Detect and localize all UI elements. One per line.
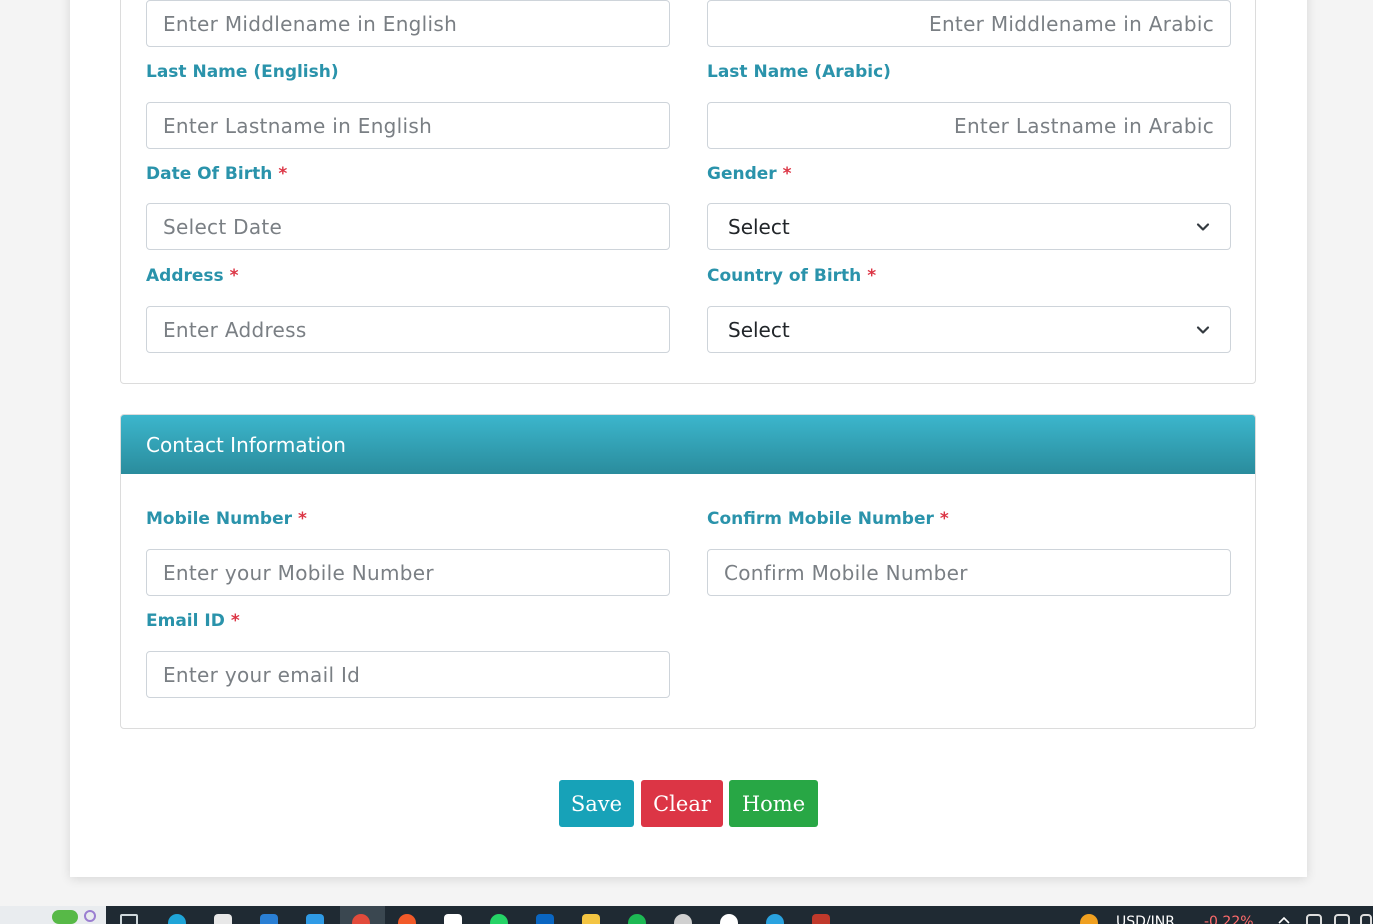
required-marker: * [229,266,239,286]
gender-select[interactable]: Select [707,203,1231,250]
lastname-arabic-input[interactable] [707,102,1231,149]
middlename-arabic-input[interactable] [707,0,1231,47]
confirm-mobile-label-text: Confirm Mobile Number [707,509,934,529]
currency-pair: USD/INR [1116,914,1175,924]
middlename-english-input[interactable] [146,0,670,47]
weather-widget[interactable] [0,906,106,924]
app-red-icon[interactable] [812,914,830,924]
gender-select-value: Select [728,214,790,239]
contact-info-header: Contact Information [121,415,1255,474]
whatsapp-icon[interactable] [490,914,508,924]
dob-label: Date Of Birth * [146,164,287,184]
home-button[interactable]: Home [729,780,818,827]
required-marker: * [278,164,288,184]
gender-label: Gender * [707,164,792,184]
address-input[interactable] [146,306,670,353]
linkedin-icon[interactable] [536,914,554,924]
email-label: Email ID * [146,611,240,631]
clear-button[interactable]: Clear [641,780,723,827]
chevron-down-icon [1196,222,1210,231]
mobile-number-label-text: Mobile Number [146,509,292,529]
mail-icon[interactable] [260,914,278,924]
dob-input[interactable] [146,203,670,250]
lastname-english-input[interactable] [146,102,670,149]
vscode-icon[interactable] [306,914,324,924]
gender-label-text: Gender [707,164,777,184]
currency-coin-icon [1080,914,1098,924]
telegram-icon[interactable] [766,914,784,924]
save-button[interactable]: Save [559,780,634,827]
required-marker: * [782,164,792,184]
drive-icon[interactable] [444,914,462,924]
address-label-text: Address [146,266,224,286]
mobile-number-input[interactable] [146,549,670,596]
postman-icon[interactable] [398,914,416,924]
lastname-english-label-text: Last Name (English) [146,62,339,82]
country-select-value: Select [728,317,790,342]
edge-icon[interactable] [168,914,186,924]
widget-icon [84,910,96,922]
task-view-icon[interactable] [120,914,138,924]
store-icon[interactable] [214,914,232,924]
email-input[interactable] [146,651,670,698]
required-marker: * [939,509,949,529]
confirm-mobile-input[interactable] [707,549,1231,596]
weather-icon [52,910,78,924]
battery-icon[interactable] [1360,914,1372,924]
spotify-icon[interactable] [628,914,646,924]
country-of-birth-label: Country of Birth * [707,266,876,286]
chevron-down-icon [1196,325,1210,334]
address-label: Address * [146,266,239,286]
network-icon[interactable] [1306,914,1322,924]
settings-gear-icon[interactable] [674,914,692,924]
email-label-text: Email ID [146,611,225,631]
lastname-arabic-label-text: Last Name (Arabic) [707,62,891,82]
required-marker: * [867,266,877,286]
lastname-arabic-label: Last Name (Arabic) [707,62,891,82]
lastname-english-label: Last Name (English) [146,62,339,82]
mobile-number-label: Mobile Number * [146,509,307,529]
country-of-birth-select[interactable]: Select [707,306,1231,353]
contact-info-title: Contact Information [146,432,346,457]
chevron-up-icon[interactable] [1278,916,1290,924]
taskbar: USD/INR -0.22% [0,906,1373,924]
required-marker: * [230,611,240,631]
volume-icon[interactable] [1334,914,1350,924]
confirm-mobile-label: Confirm Mobile Number * [707,509,949,529]
country-of-birth-label-text: Country of Birth [707,266,862,286]
app-icon[interactable] [720,914,738,924]
required-marker: * [298,509,307,529]
folder-icon[interactable] [582,914,600,924]
currency-change: -0.22% [1204,914,1254,924]
dob-label-text: Date Of Birth [146,164,273,184]
